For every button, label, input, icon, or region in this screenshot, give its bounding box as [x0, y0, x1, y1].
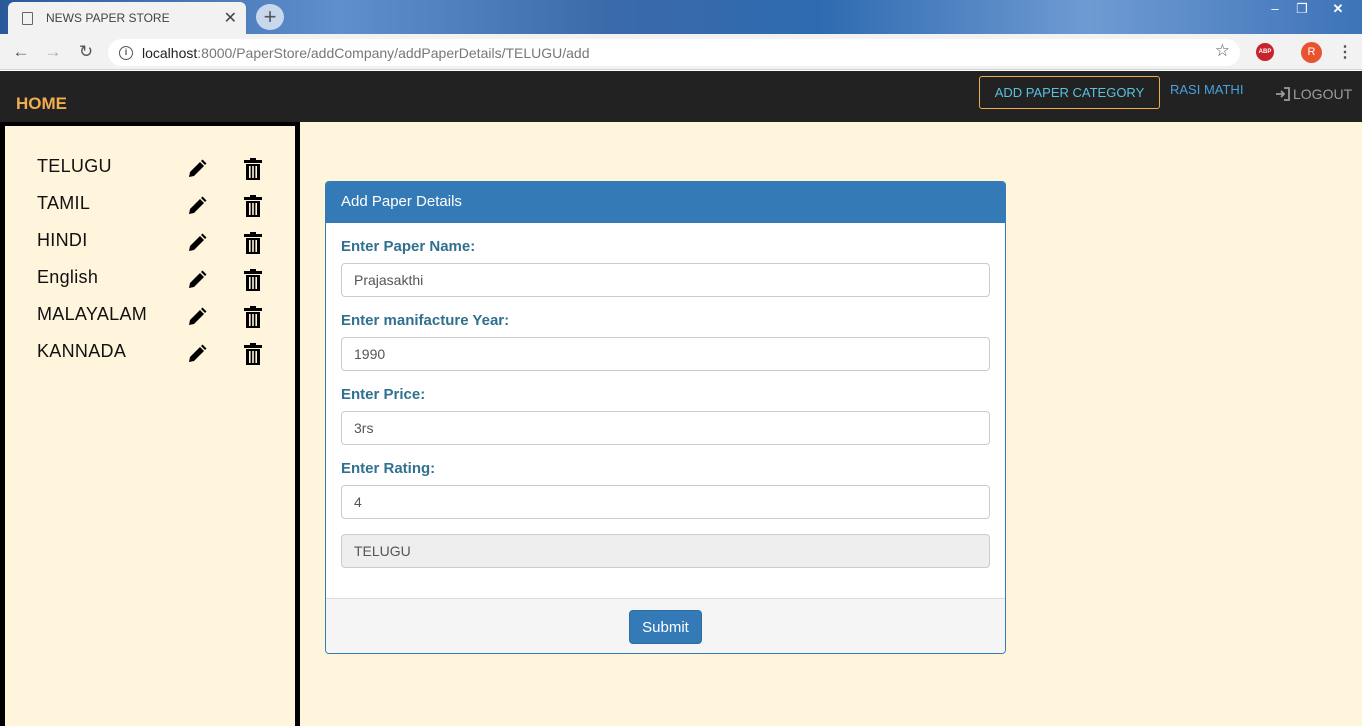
- app-navbar: HOME ADD PAPER CATEGORY RASI MATHI LOGOU…: [0, 71, 1362, 122]
- forward-arrow-icon[interactable]: →: [41, 40, 65, 64]
- main-content: Add Paper Details Enter Paper Name: Ente…: [300, 122, 1362, 726]
- submit-button[interactable]: Submit: [629, 610, 702, 644]
- tab-close-icon[interactable]: ✕: [224, 8, 237, 28]
- list-item: English: [37, 267, 277, 297]
- category-field: [341, 534, 990, 568]
- browser-titlebar: NEWS PAPER STORE ✕ + – ❐ ✕: [0, 0, 1362, 34]
- logout-label: LOGOUT: [1293, 86, 1353, 102]
- trash-icon[interactable]: [244, 158, 262, 180]
- trash-icon[interactable]: [244, 195, 262, 217]
- category-name[interactable]: TAMIL: [37, 193, 90, 214]
- list-item: TELUGU: [37, 156, 277, 186]
- pencil-icon[interactable]: [187, 344, 207, 364]
- url-path: :8000/PaperStore/addCompany/addPaperDeta…: [197, 44, 590, 61]
- category-name[interactable]: HINDI: [37, 230, 88, 251]
- address-bar[interactable]: i localhost:8000/PaperStore/addCompany/a…: [108, 39, 1240, 66]
- adblock-icon[interactable]: ABP: [1256, 43, 1274, 61]
- category-sidebar: TELUGU TAMIL HINDI English MALAYALAM KAN…: [0, 122, 300, 726]
- url-host: localhost: [142, 44, 198, 61]
- tab-title: NEWS PAPER STORE: [46, 11, 170, 25]
- menu-kebab-icon[interactable]: ⋮: [1337, 42, 1353, 62]
- category-name[interactable]: TELUGU: [37, 156, 112, 177]
- browser-tab[interactable]: NEWS PAPER STORE ✕: [8, 2, 246, 34]
- trash-icon[interactable]: [244, 269, 262, 291]
- list-item: TAMIL: [37, 193, 277, 223]
- category-name[interactable]: KANNADA: [37, 341, 126, 362]
- trash-icon[interactable]: [244, 343, 262, 365]
- info-icon[interactable]: i: [119, 45, 133, 60]
- user-name-link[interactable]: RASI MATHI: [1170, 82, 1243, 97]
- trash-icon[interactable]: [244, 232, 262, 254]
- list-item: HINDI: [37, 230, 277, 260]
- pencil-icon[interactable]: [187, 196, 207, 216]
- logout-link[interactable]: LOGOUT: [1275, 86, 1352, 102]
- rating-label: Enter Rating:: [341, 460, 436, 477]
- new-tab-button[interactable]: +: [256, 4, 284, 30]
- category-name[interactable]: English: [37, 267, 98, 288]
- paper-name-input[interactable]: [341, 263, 990, 297]
- pencil-icon[interactable]: [187, 307, 207, 327]
- window-close-button[interactable]: ✕: [1316, 0, 1360, 18]
- panel-footer: Submit: [326, 598, 1005, 653]
- pencil-icon[interactable]: [187, 270, 207, 290]
- reload-icon[interactable]: ↻: [74, 40, 98, 64]
- browser-toolbar: ← → ↻ i localhost:8000/PaperStore/addCom…: [0, 34, 1362, 70]
- price-label: Enter Price:: [341, 386, 426, 403]
- paper-name-label: Enter Paper Name:: [341, 238, 476, 255]
- list-item: KANNADA: [37, 341, 277, 371]
- login-icon: [1276, 87, 1290, 101]
- trash-icon[interactable]: [244, 306, 262, 328]
- pencil-icon[interactable]: [187, 159, 207, 179]
- minimize-button[interactable]: –: [1262, 0, 1288, 18]
- add-paper-panel: Add Paper Details Enter Paper Name: Ente…: [325, 181, 1006, 654]
- add-paper-category-button[interactable]: ADD PAPER CATEGORY: [979, 76, 1160, 109]
- list-item: MALAYALAM: [37, 304, 277, 334]
- profile-avatar[interactable]: R: [1301, 42, 1322, 63]
- price-input[interactable]: [341, 411, 990, 445]
- year-input[interactable]: [341, 337, 990, 371]
- year-label: Enter manifacture Year:: [341, 312, 510, 329]
- pencil-icon[interactable]: [187, 233, 207, 253]
- url-text[interactable]: localhost:8000/PaperStore/addCompany/add…: [142, 45, 590, 61]
- category-name[interactable]: MALAYALAM: [37, 304, 147, 325]
- home-link[interactable]: HOME: [16, 94, 67, 114]
- bookmark-star-icon[interactable]: ☆: [1215, 41, 1230, 61]
- document-icon: [22, 11, 33, 25]
- panel-heading: Add Paper Details: [326, 182, 1005, 223]
- back-arrow-icon[interactable]: ←: [9, 40, 33, 64]
- maximize-button[interactable]: ❐: [1289, 0, 1315, 18]
- rating-input[interactable]: [341, 485, 990, 519]
